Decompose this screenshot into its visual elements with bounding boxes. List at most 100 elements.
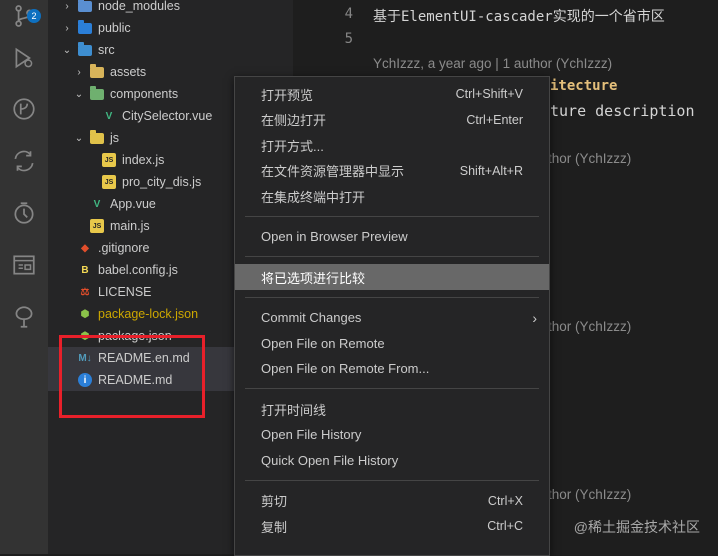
js-file-icon: JS bbox=[102, 175, 116, 189]
menu-separator bbox=[245, 215, 539, 217]
menu-item-label: 在集成终端中打开 bbox=[261, 189, 366, 205]
vue-file-icon: V bbox=[93, 198, 101, 210]
menu-item[interactable]: 打开时间线 bbox=[235, 396, 549, 422]
menu-item[interactable]: Open File on Remote bbox=[235, 330, 549, 356]
submenu-arrow-icon: › bbox=[532, 309, 537, 326]
menu-item-label: 剪切 bbox=[261, 494, 288, 509]
tree-icon[interactable] bbox=[8, 301, 40, 333]
git-file-icon: ◆ bbox=[81, 242, 89, 254]
watermark: @稀土掘金技术社区 bbox=[573, 519, 700, 535]
menu-item-shortcut: Ctrl+Enter bbox=[466, 112, 523, 127]
explorer-item[interactable]: › public bbox=[48, 17, 293, 39]
menu-item[interactable]: Open File History bbox=[235, 422, 549, 448]
menu-item[interactable]: Commit Changes › bbox=[235, 305, 549, 331]
explorer-item-label: .gitignore bbox=[98, 241, 150, 255]
explorer-item-label: node_modules bbox=[98, 0, 181, 13]
menu-item-label: 打开方式... bbox=[261, 138, 324, 154]
debug-icon[interactable] bbox=[8, 42, 40, 74]
notification-badge: 2 bbox=[27, 9, 41, 23]
git-blame-annotation: thor (YchIzzz) bbox=[548, 319, 632, 334]
explorer-item-label: pro_city_dis.js bbox=[122, 175, 202, 189]
menu-item[interactable]: 打开方式... bbox=[235, 132, 549, 158]
menu-item[interactable]: 复制 Ctrl+C bbox=[235, 513, 549, 539]
chevron-right-icon[interactable]: › bbox=[74, 67, 84, 78]
git-blame-annotation: thor (YchIzzz) bbox=[548, 151, 632, 166]
explorer-item-label: package-lock.json bbox=[98, 307, 199, 321]
js-file-icon: JS bbox=[102, 153, 116, 167]
menu-item-label: 在文件资源管理器中显示 bbox=[261, 164, 405, 179]
explorer-item-label: src bbox=[98, 43, 115, 57]
explorer-item-label: babel.config.js bbox=[98, 263, 178, 277]
menu-item-label: 打开预览 bbox=[261, 87, 314, 103]
explorer-item[interactable]: ⌄ src bbox=[48, 39, 293, 61]
explorer-item-label: LICENSE bbox=[98, 285, 152, 299]
chevron-down-icon[interactable]: ⌄ bbox=[62, 45, 72, 56]
menu-item[interactable]: Open in Browser Preview bbox=[235, 224, 549, 250]
menu-item-label: 打开时间线 bbox=[261, 402, 327, 418]
folder-icon bbox=[90, 63, 104, 78]
menu-item[interactable]: Open File on Remote From... bbox=[235, 356, 549, 382]
folder-icon bbox=[78, 19, 92, 34]
git-blame-annotation[interactable]: YchIzzz, a year ago | 1 author (YchIzzz) bbox=[373, 56, 612, 71]
explorer-item-label: components bbox=[110, 87, 179, 101]
folder-icon bbox=[78, 0, 92, 12]
menu-item-label: 在侧边打开 bbox=[261, 113, 327, 128]
menu-item-label: Open in Browser Preview bbox=[261, 229, 408, 244]
chevron-right-icon[interactable]: › bbox=[62, 23, 72, 34]
menu-separator bbox=[245, 388, 539, 389]
explorer-item-label: public bbox=[98, 21, 131, 35]
git-blame-annotation: thor (YchIzzz) bbox=[548, 487, 632, 502]
chevron-right-icon[interactable]: › bbox=[62, 1, 72, 12]
explorer-item-label: CitySelector.vue bbox=[122, 109, 213, 123]
menu-separator bbox=[245, 479, 539, 481]
explorer-item-label: js bbox=[110, 131, 120, 145]
menu-item[interactable]: 在文件资源管理器中显示 Shift+Alt+R bbox=[235, 158, 549, 184]
code-fragment: ture description bbox=[550, 102, 695, 120]
extensions-icon[interactable] bbox=[8, 249, 40, 281]
menu-item[interactable]: 在侧边打开 Ctrl+Enter bbox=[235, 107, 549, 133]
folder-icon bbox=[90, 129, 104, 144]
chevron-down-icon[interactable]: ⌄ bbox=[74, 89, 84, 100]
menu-item-label: Commit Changes bbox=[261, 310, 362, 325]
explorer-item[interactable]: › node_modules bbox=[48, 0, 293, 17]
menu-item[interactable]: 剪切 Ctrl+X bbox=[235, 488, 549, 514]
git-graph-icon[interactable] bbox=[8, 93, 40, 125]
menu-item[interactable]: 打开预览 Ctrl+Shift+V bbox=[235, 81, 549, 107]
timeline-icon[interactable] bbox=[8, 197, 40, 229]
menu-item-shortcut: Ctrl+X bbox=[487, 493, 523, 508]
menu-item[interactable]: Quick Open File History bbox=[235, 447, 549, 473]
menu-separator bbox=[245, 256, 539, 257]
menu-item-shortcut: Shift+Alt+R bbox=[459, 163, 523, 178]
heading-fragment: itecture bbox=[550, 78, 618, 94]
menu-item[interactable]: 将已选项进行比较 bbox=[235, 264, 549, 290]
menu-item-label: Quick Open File History bbox=[261, 452, 399, 468]
remote-icon[interactable] bbox=[8, 145, 40, 177]
folder-icon bbox=[90, 85, 104, 100]
menu-item-label: Open File on Remote From... bbox=[261, 361, 430, 376]
vue-file-icon: V bbox=[105, 110, 113, 122]
menu-separator bbox=[245, 296, 539, 298]
menu-item[interactable]: 在集成终端中打开 bbox=[235, 183, 549, 209]
explorer-item-label: assets bbox=[110, 65, 147, 79]
annotation-highlight-box bbox=[59, 335, 205, 418]
babel-file-icon: B bbox=[81, 264, 89, 276]
line-number: 5 bbox=[344, 31, 353, 47]
context-menu: 打开预览 Ctrl+Shift+V 在侧边打开 Ctrl+Enter 打开方式... 在文… bbox=[234, 76, 550, 556]
code-line[interactable]: 基于ElementUI-cascader实现的一个省市区 bbox=[373, 6, 665, 26]
js-file-icon: JS bbox=[90, 219, 104, 233]
line-number: 4 bbox=[344, 6, 353, 22]
folder-icon bbox=[78, 41, 92, 56]
menu-item-shortcut: Ctrl+Shift+V bbox=[455, 87, 523, 101]
npm-file-icon: ⬢ bbox=[80, 308, 90, 320]
menu-item-label: 复制 bbox=[261, 519, 288, 535]
chevron-down-icon[interactable]: ⌄ bbox=[74, 133, 84, 144]
menu-item-label: 将已选项进行比较 bbox=[261, 270, 366, 286]
explorer-item-label: main.js bbox=[110, 219, 150, 233]
explorer-item-label: App.vue bbox=[110, 197, 156, 211]
explorer-item-label: index.js bbox=[122, 153, 165, 167]
activity-bar: 2 bbox=[0, 0, 48, 554]
menu-item-label: Open File on Remote bbox=[261, 335, 385, 351]
license-file-icon: ⚖ bbox=[80, 286, 90, 298]
menu-item-shortcut: Ctrl+C bbox=[487, 519, 523, 533]
menu-item-label: Open File History bbox=[261, 427, 362, 442]
